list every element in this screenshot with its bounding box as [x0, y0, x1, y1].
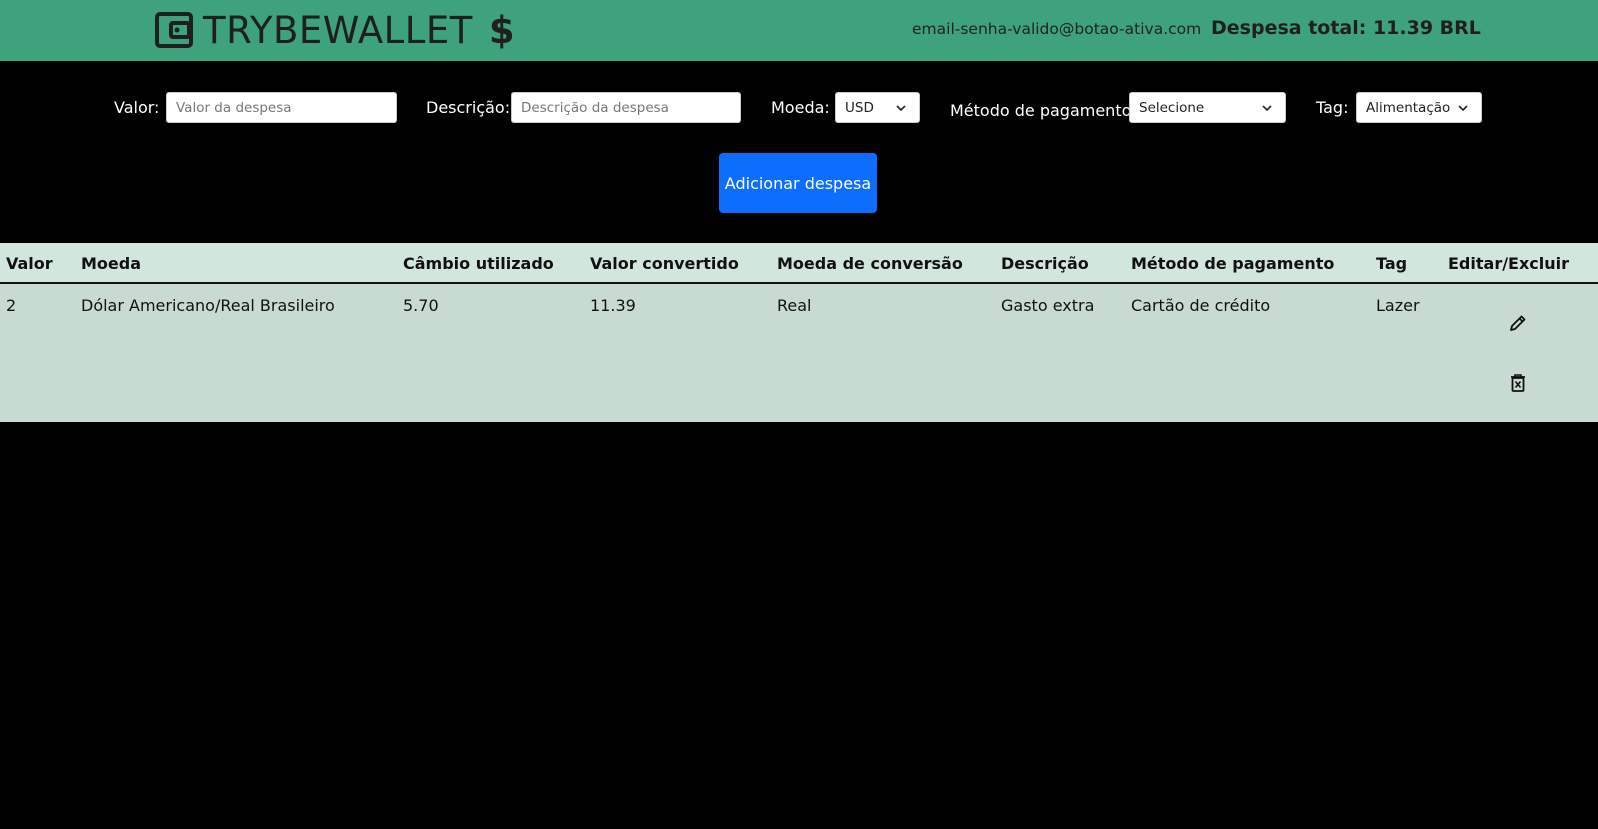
app-header: TRYBEWALLET $ email-senha-valido@botao-a…	[0, 0, 1598, 61]
moeda-label: Moeda:	[771, 98, 830, 117]
logo-text: TRYBEWALLET	[203, 8, 473, 52]
tag-label: Tag:	[1316, 98, 1349, 117]
tag-select-value: Alimentação	[1366, 99, 1451, 116]
descricao-label: Descrição:	[426, 98, 511, 117]
cell-descricao: Gasto extra	[1001, 296, 1095, 315]
descricao-input[interactable]	[511, 92, 741, 123]
column-header-descricao: Descrição	[1001, 254, 1089, 273]
metodo-select[interactable]: Selecione	[1129, 92, 1286, 123]
column-header-tag: Tag	[1376, 254, 1408, 273]
user-email: email-senha-valido@botao-ativa.com	[912, 20, 1202, 38]
chevron-down-icon	[895, 102, 907, 118]
chevron-down-icon	[1261, 102, 1273, 118]
chevron-down-icon	[1457, 102, 1469, 118]
table-header: Valor Moeda Câmbio utilizado Valor conve…	[0, 243, 1598, 284]
column-header-metodo: Método de pagamento	[1131, 254, 1335, 273]
logo: TRYBEWALLET $	[155, 8, 515, 52]
add-expense-button[interactable]: Adicionar despesa	[719, 153, 877, 213]
total-expense: Despesa total: 11.39 BRL	[1211, 17, 1481, 39]
cell-metodo: Cartão de crédito	[1131, 296, 1271, 315]
column-header-editar-excluir: Editar/Excluir	[1448, 254, 1570, 273]
delete-icon[interactable]	[1506, 371, 1530, 395]
column-header-moeda-conversao: Moeda de conversão	[777, 254, 963, 273]
dollar-icon: $	[488, 8, 515, 52]
cell-tag: Lazer	[1376, 296, 1420, 315]
cell-valor-convertido: 11.39	[590, 296, 636, 315]
column-header-cambio: Câmbio utilizado	[403, 254, 554, 273]
column-header-valor-convertido: Valor convertido	[590, 254, 739, 273]
valor-label: Valor:	[114, 98, 160, 117]
cell-cambio: 5.70	[403, 296, 439, 315]
valor-input[interactable]	[166, 92, 397, 123]
moeda-select[interactable]: USD	[835, 92, 920, 123]
moeda-select-value: USD	[845, 99, 874, 116]
metodo-label: Método de pagamento:	[950, 101, 1137, 120]
column-header-moeda: Moeda	[81, 254, 142, 273]
tag-select[interactable]: Alimentação	[1356, 92, 1482, 123]
wallet-icon	[155, 11, 193, 49]
cell-moeda-conversao: Real	[777, 296, 812, 315]
metodo-select-value: Selecione	[1139, 99, 1205, 116]
column-header-valor: Valor	[6, 254, 53, 273]
expenses-table: Valor Moeda Câmbio utilizado Valor conve…	[0, 243, 1598, 422]
cell-valor: 2	[6, 296, 17, 315]
cell-moeda: Dólar Americano/Real Brasileiro	[81, 296, 335, 315]
edit-icon[interactable]	[1506, 311, 1530, 335]
